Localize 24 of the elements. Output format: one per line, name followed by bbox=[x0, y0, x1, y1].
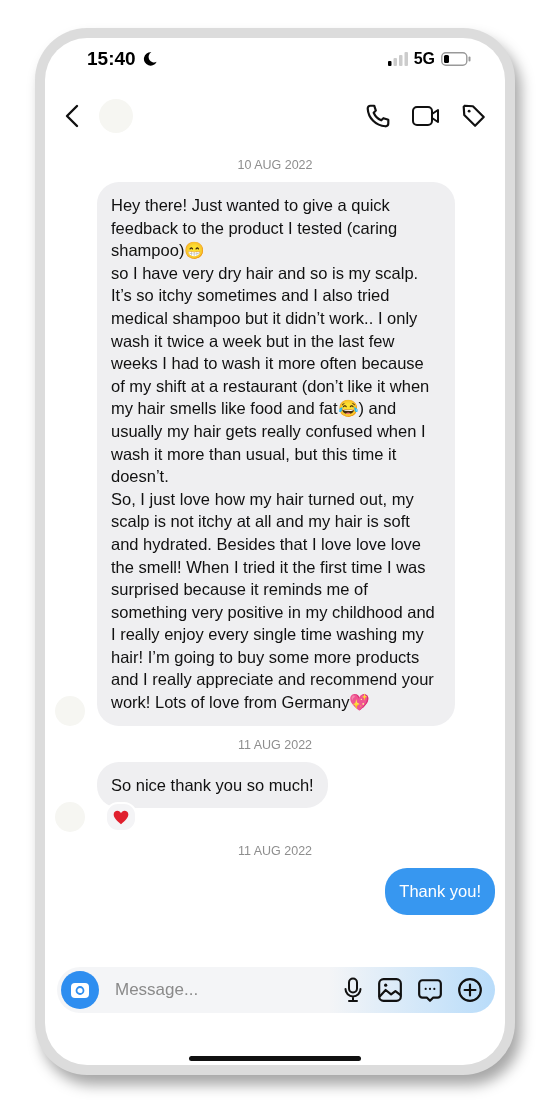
date-label: 10 AUG 2022 bbox=[237, 158, 313, 172]
message-bubble: Thank you! bbox=[385, 868, 495, 915]
status-time: 15:40 bbox=[87, 48, 136, 70]
add-icon[interactable] bbox=[457, 977, 483, 1003]
message-field[interactable]: Message... bbox=[113, 979, 329, 1001]
date-label: 11 AUG 2022 bbox=[237, 844, 313, 859]
network-label: 5G bbox=[413, 50, 435, 68]
microphone-icon[interactable] bbox=[343, 977, 363, 1003]
image-icon[interactable] bbox=[377, 977, 403, 1003]
tag-icon[interactable] bbox=[461, 103, 487, 129]
message-bubble: So nice thank you so much! bbox=[97, 761, 328, 809]
heart-icon bbox=[113, 809, 129, 825]
phone-icon[interactable] bbox=[365, 103, 391, 129]
message-bubble: Hey there! Just wanted to give a quick feedback to the product I tested (caring shampoo)😁 so I have very dry hair and so is my scalp. It’s so itchy sometimes and I also tried medical shampoo but it didn’t work.. I only wash it twice a week but in the last few weeks I had to wash it more often because of my shift at a restaurant (don’t like it when my hair smells like food and fat😂) and usually my hair gets really confused when I wash it more than usual, but this time it doesn’t. So, I just love how my hair turned out, my scalp is not itchy at all and my hair is soft and hydrated. Besides that I love love love the smell! When I tried it the first time I was surprised because it reminds me of something very positive in my childhood and I really enjoy every single time washing my hair! I’m going to buy some more products and I really appreciate and recommend your work! Lots of love from Germany💖 bbox=[97, 182, 455, 726]
signal-icon bbox=[387, 52, 408, 66]
date-label: 11 AUG 2022 bbox=[237, 737, 313, 752]
battery-icon bbox=[441, 52, 471, 66]
reaction-badge[interactable] bbox=[105, 802, 137, 833]
camera-icon bbox=[70, 981, 90, 999]
moon-icon bbox=[141, 51, 158, 67]
video-camera-icon[interactable] bbox=[411, 104, 441, 128]
camera-button[interactable] bbox=[61, 971, 99, 1009]
chat-icon[interactable] bbox=[417, 977, 443, 1003]
back-icon[interactable] bbox=[65, 104, 79, 128]
